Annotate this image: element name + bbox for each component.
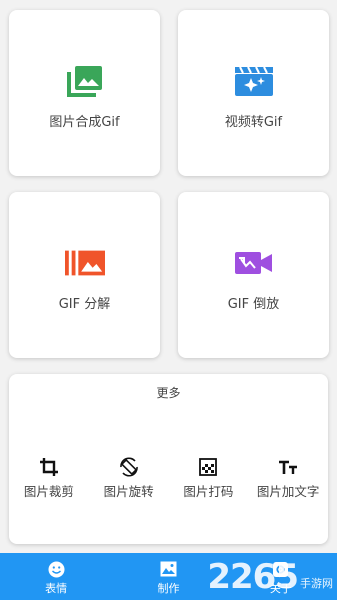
rotate-icon [118,457,140,477]
video-to-gif-card[interactable]: 视频转Gif [178,10,329,176]
nav-label: 关于 [269,582,292,595]
tool-label: 图片旋转 [103,484,154,499]
rotate-tool[interactable]: 图片旋转 [89,457,169,500]
more-tools-card: 更多 图片裁剪 图片旋转 图片打码 图片加文字 [9,374,328,544]
bottom-nav: 表情 制作 关于 [0,553,337,600]
burst-photo-icon [64,246,105,280]
text-icon [277,458,299,476]
mosaic-icon [197,458,219,476]
more-title: 更多 [156,386,181,400]
gif-split-card[interactable]: GIF 分解 [9,192,160,358]
movie-sparkle-icon [234,64,274,98]
nav-emoji[interactable]: 表情 [0,553,112,600]
tile-label: GIF 倒放 [227,297,280,312]
tool-label: 图片打码 [183,484,234,499]
photo-library-icon [65,64,105,98]
tile-label: GIF 分解 [58,297,111,312]
gif-reverse-card[interactable]: GIF 倒放 [178,192,329,358]
video-reverse-icon [234,246,274,280]
nav-label: 制作 [157,582,180,595]
crop-icon [38,458,60,476]
emoji-icon [47,560,65,578]
image-to-gif-card[interactable]: 图片合成Gif [9,10,160,176]
image-icon [159,560,177,578]
tile-label: 视频转Gif [224,115,283,130]
tool-label: 图片裁剪 [23,484,74,499]
tool-label: 图片加文字 [256,484,320,499]
add-text-tool[interactable]: 图片加文字 [248,458,328,500]
nav-label: 表情 [45,582,68,595]
mosaic-tool[interactable]: 图片打码 [169,458,249,500]
settings-icon [272,560,290,578]
tile-label: 图片合成Gif [49,115,120,130]
crop-tool[interactable]: 图片裁剪 [9,458,89,500]
tools-row: 图片裁剪 图片旋转 图片打码 图片加文字 [9,457,328,500]
nav-about[interactable]: 关于 [225,553,337,600]
nav-make[interactable]: 制作 [112,553,224,600]
